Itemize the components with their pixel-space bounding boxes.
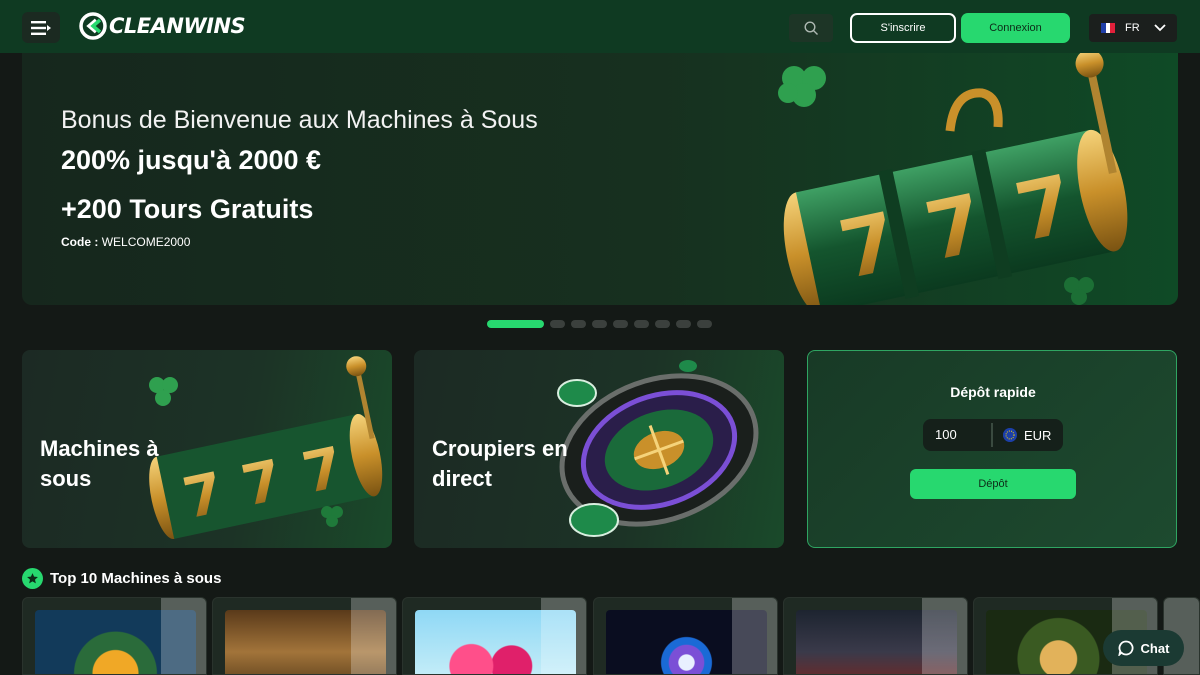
star-icon [22,568,43,589]
search-icon [803,20,818,35]
deposit-button[interactable]: Dépôt [910,469,1076,499]
category-card-live-dealers[interactable]: Croupiers en direct [414,350,784,548]
hero-bonus-code: Code : WELCOME2000 [61,235,190,249]
quick-deposit-title: Dépôt rapide [950,384,1036,400]
hero-free-spins: +200 Tours Gratuits [61,194,314,224]
language-label: FR [1125,22,1140,34]
carousel-dot[interactable] [697,320,712,328]
top10-title: Top 10 Machines à sous [50,570,222,587]
login-button[interactable]: Connexion [961,13,1070,43]
chevron-down-icon [1154,24,1166,32]
quick-deposit-panel: Dépôt rapide 100 EUR Dépôt [807,350,1177,548]
category-title: Machines à sous [40,436,159,491]
carousel-pagination [487,320,712,328]
france-flag-icon [1101,23,1116,33]
game-tile[interactable] [22,597,207,675]
logo-icon [79,12,107,40]
carousel-dot[interactable] [550,320,565,328]
chat-button[interactable]: Chat [1103,630,1184,666]
currency-label: EUR [1024,427,1052,443]
hero-bonus-amount: 200% jusqu'à 2000 € [61,145,322,175]
hero-code-label: Code : [61,235,99,249]
game-tile[interactable] [593,597,778,675]
logo-text: CLEANWINS [109,14,246,38]
top-header: CLEANWINS S'inscrire Connexion FR [0,0,1200,53]
deposit-amount[interactable]: 100 [923,423,993,447]
hero-code-value: WELCOME2000 [101,235,191,249]
carousel-dot[interactable] [571,320,586,328]
menu-button[interactable] [22,12,60,43]
slot-machine-illustration: 7 7 7 [778,53,1128,305]
carousel-dot[interactable] [613,320,628,328]
chat-label: Chat [1140,640,1170,656]
hero-headline: Bonus de Bienvenue aux Machines à Sous [61,106,538,134]
hero-banner[interactable]: Bonus de Bienvenue aux Machines à Sous 2… [22,53,1178,305]
language-selector[interactable]: FR [1089,14,1177,42]
category-card-slots[interactable]: 7 7 7 Machines à sous [22,350,392,548]
category-title: Croupiers en direct [432,436,568,491]
game-tile[interactable] [212,597,397,675]
carousel-dot[interactable] [655,320,670,328]
search-button[interactable] [789,14,833,42]
carousel-dot[interactable] [487,320,544,328]
menu-icon [31,20,51,35]
carousel-dot[interactable] [676,320,691,328]
carousel-dot[interactable] [592,320,607,328]
carousel-dot[interactable] [634,320,649,328]
signup-button[interactable]: S'inscrire [850,13,956,43]
game-tile[interactable] [402,597,587,675]
game-tile[interactable] [783,597,968,675]
currency-selector[interactable]: EUR [993,428,1051,443]
chat-bubble-icon [1117,640,1134,656]
site-logo[interactable]: CLEANWINS [79,12,246,40]
deposit-amount-field[interactable]: 100 EUR [923,419,1063,451]
eu-flag-icon [1003,428,1017,442]
top10-heading: Top 10 Machines à sous [22,568,221,589]
